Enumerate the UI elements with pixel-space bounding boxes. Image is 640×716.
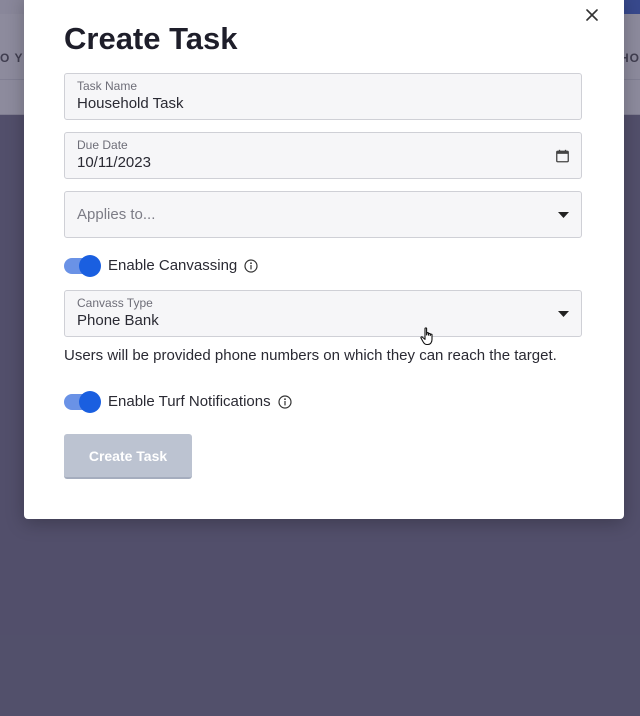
task-name-field[interactable]: Task Name Household Task <box>64 73 582 120</box>
toggle-knob <box>79 254 101 277</box>
turf-notifications-toggle[interactable] <box>64 390 101 413</box>
due-date-label: Due Date <box>77 138 128 152</box>
hand-cursor-icon <box>420 327 436 351</box>
task-name-label: Task Name <box>77 79 138 93</box>
due-date-field[interactable]: Due Date 10/11/2023 <box>64 132 582 179</box>
canvass-type-select[interactable]: Canvass Type Phone Bank <box>64 290 582 337</box>
create-task-modal: Create Task Task Name Household Task Due… <box>24 0 624 519</box>
canvass-type-value: Phone Bank <box>77 312 159 329</box>
turf-notifications-toggle-label: Enable Turf Notifications <box>108 393 271 410</box>
close-button[interactable] <box>581 4 603 26</box>
close-icon <box>586 9 598 21</box>
calendar-icon[interactable] <box>556 149 569 162</box>
applies-to-placeholder: Applies to... <box>77 206 156 223</box>
create-task-button[interactable]: Create Task <box>64 434 192 479</box>
canvass-type-label: Canvass Type <box>77 296 153 310</box>
chevron-down-icon <box>558 310 569 317</box>
applies-to-select[interactable]: Applies to... <box>64 191 582 238</box>
info-icon[interactable] <box>244 258 258 273</box>
chevron-down-icon <box>558 211 569 218</box>
due-date-value: 10/11/2023 <box>77 154 151 171</box>
info-icon[interactable] <box>277 394 292 409</box>
canvassing-toggle[interactable] <box>64 254 101 277</box>
canvassing-toggle-row: Enable Canvassing <box>64 254 258 277</box>
toggle-knob <box>79 390 101 413</box>
canvass-type-description: Users will be provided phone numbers on … <box>64 347 557 364</box>
task-name-value: Household Task <box>77 95 184 112</box>
canvassing-toggle-label: Enable Canvassing <box>108 257 238 274</box>
modal-title: Create Task <box>64 21 238 56</box>
turf-notifications-toggle-row: Enable Turf Notifications <box>64 390 292 413</box>
